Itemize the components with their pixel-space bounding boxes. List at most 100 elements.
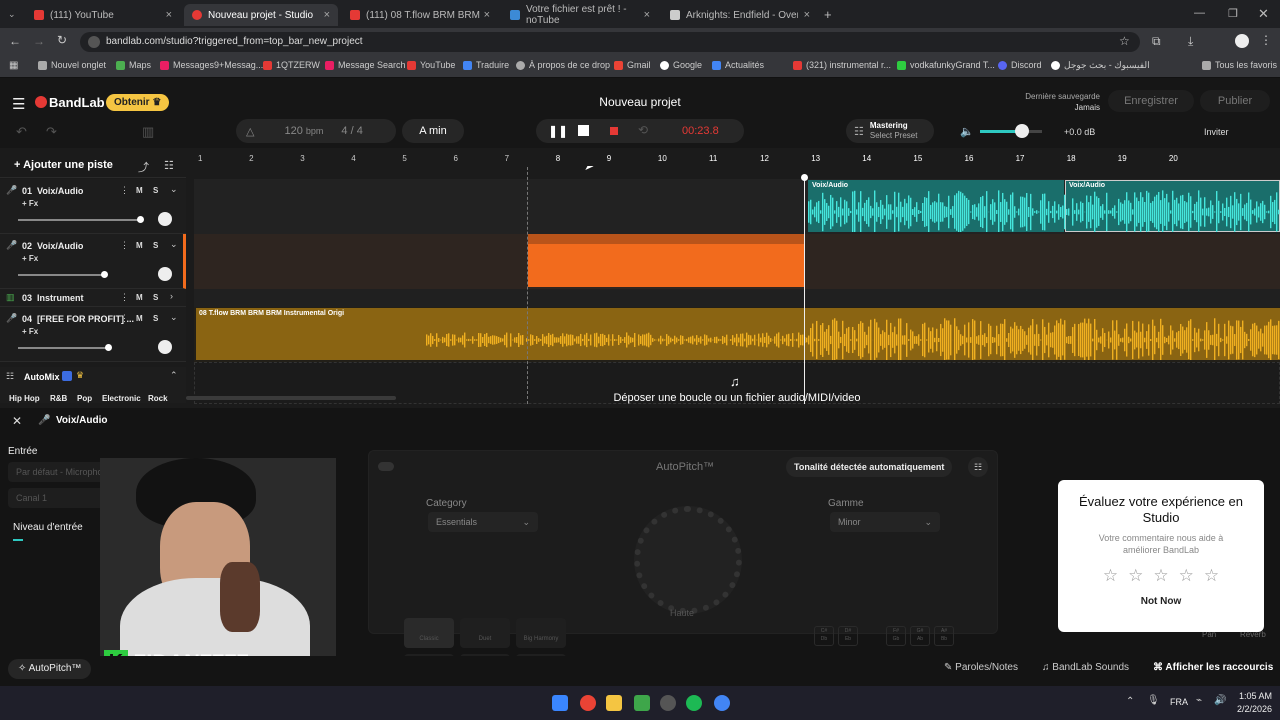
close-icon[interactable]: × [484, 9, 490, 21]
bookmark-star-icon[interactable]: ☆ [1119, 34, 1130, 48]
pitch-knob[interactable] [634, 506, 742, 614]
pan-knob[interactable] [158, 267, 172, 281]
bookmark-item[interactable]: Message Search [325, 60, 406, 70]
key-selector[interactable]: A min [402, 119, 464, 143]
close-icon[interactable]: × [166, 9, 172, 21]
bookmark-item[interactable]: Traduire [463, 60, 509, 70]
tray-chevron-icon[interactable]: ⌃ [1126, 696, 1134, 707]
add-fx-button[interactable]: + Fx [22, 254, 38, 263]
pan-knob[interactable] [158, 340, 172, 354]
star-icon[interactable]: ☆ [1128, 566, 1143, 586]
file-explorer-icon[interactable] [606, 695, 622, 711]
bookmark-item[interactable]: Messages9+Messag... [160, 60, 263, 70]
extensions-icon[interactable]: ⧉ [1152, 34, 1161, 49]
bookmark-item[interactable]: À propos de ce drop [516, 60, 610, 70]
volume-handle[interactable] [105, 344, 112, 351]
sharp-note-key[interactable]: A# Bb [934, 626, 954, 646]
track-menu-icon[interactable]: ⋮ [120, 292, 129, 303]
star-icon[interactable]: ☆ [1103, 566, 1118, 586]
solo-button[interactable]: S [153, 293, 158, 302]
bookmark-item[interactable]: vodkafunkyGrand T... [897, 60, 995, 70]
close-panel-icon[interactable]: ✕ [12, 414, 22, 428]
autopitch-footer-button[interactable]: ✧ AutoPitch™ [8, 659, 92, 679]
not-now-button[interactable]: Not Now [1058, 596, 1264, 607]
sharp-note-key[interactable]: G# Ab [910, 626, 930, 646]
spotify-icon[interactable] [686, 695, 702, 711]
auto-key-button[interactable]: Tonalité détectée automatiquement [786, 457, 953, 477]
bookmark-item[interactable]: الفيسبوك - بحث جوجل [1051, 60, 1150, 71]
recording-clip[interactable] [528, 244, 804, 287]
metronome-icon[interactable]: △ [246, 125, 254, 138]
track-menu-icon[interactable]: ⋮ [120, 240, 129, 251]
sharp-note-key[interactable]: F# Gb [886, 626, 906, 646]
close-icon[interactable]: × [324, 9, 330, 21]
volume-slider[interactable] [18, 347, 108, 349]
genre-tag[interactable]: R&B [47, 393, 70, 404]
volume-slider[interactable] [18, 274, 104, 276]
time-signature[interactable]: 4 / 4 [341, 125, 362, 137]
stop-icon[interactable] [578, 125, 589, 136]
track-menu-icon[interactable]: ⋮ [120, 185, 129, 196]
bookmark-item[interactable]: Nouvel onglet [38, 60, 106, 70]
add-fx-button[interactable]: + Fx [22, 327, 38, 336]
genre-tag[interactable]: Pop [74, 393, 95, 404]
master-volume-handle[interactable] [1015, 124, 1029, 138]
playhead-handle[interactable] [801, 174, 808, 181]
bookmark-item[interactable]: YouTube [407, 60, 455, 70]
solo-button[interactable]: S [153, 241, 158, 250]
mute-button[interactable]: M [136, 241, 143, 250]
autopitch-toggle[interactable] [378, 462, 394, 471]
reload-icon[interactable]: ↻ [57, 33, 67, 47]
chrome-active-icon[interactable] [714, 695, 730, 711]
mute-button[interactable]: M [136, 314, 143, 323]
chevron-right-icon[interactable]: › [170, 291, 173, 301]
genre-tag[interactable]: Rock [145, 393, 171, 404]
preset-tile[interactable]: Classic [404, 618, 454, 648]
bandlab-sounds-button[interactable]: ♫ BandLab Sounds [1042, 662, 1129, 673]
genre-tag[interactable]: Hip Hop [6, 393, 43, 404]
new-tab-icon[interactable]: + [824, 7, 832, 22]
language-indicator[interactable]: FRA [1170, 697, 1188, 707]
bookmark-item[interactable]: Maps [116, 60, 151, 70]
speaker-icon[interactable]: 🔈 [960, 125, 974, 138]
record-icon[interactable] [610, 127, 618, 135]
close-icon[interactable]: × [804, 9, 810, 21]
lyrics-button[interactable]: ✎ Paroles/Notes [944, 662, 1018, 673]
minimize-icon[interactable]: — [1194, 7, 1205, 19]
loop-icon[interactable]: ⟲ [638, 123, 648, 137]
track-row-selected[interactable]: 🎤 02 Voix/Audio ⋮ M S ⌄ + Fx [0, 234, 186, 289]
profile-avatar[interactable] [1235, 34, 1249, 48]
bookmark-item[interactable]: (321) instrumental r... [793, 60, 891, 70]
lane-3[interactable] [194, 289, 1280, 307]
loop-start-marker[interactable] [527, 152, 528, 404]
add-fx-button[interactable]: + Fx [22, 199, 38, 208]
track-row[interactable]: 🎤 01 Voix/Audio ⋮ M S ⌄ + Fx [0, 179, 186, 234]
volume-handle[interactable] [101, 271, 108, 278]
mastering-selector[interactable]: ☷ Mastering Select Preset [846, 119, 934, 143]
undo-icon[interactable]: ↶ [16, 124, 27, 140]
playhead[interactable] [804, 178, 805, 404]
invite-button[interactable]: Inviter [1204, 127, 1229, 137]
genre-tag[interactable]: Electronic [99, 393, 144, 404]
expand-icon[interactable]: ⌄ [170, 312, 178, 323]
pan-knob[interactable] [158, 212, 172, 226]
app-icon[interactable] [634, 695, 650, 711]
save-button[interactable]: Enregistrer [1108, 90, 1194, 112]
solo-button[interactable]: S [153, 186, 158, 195]
preset-tile[interactable]: Big Harmony [516, 618, 566, 648]
network-icon[interactable]: ⌁ [1196, 695, 1202, 706]
back-icon[interactable]: ← [9, 34, 21, 48]
solo-button[interactable]: S [153, 314, 158, 323]
preset-tile[interactable]: Duet [460, 618, 510, 648]
collapse-icon[interactable]: ⌃ [170, 370, 178, 381]
maximize-icon[interactable]: ❐ [1228, 7, 1238, 20]
mute-button[interactable]: M [136, 186, 143, 195]
upgrade-button[interactable]: Obtenir ♛ [106, 94, 170, 111]
track-row[interactable]: ▥ 03 Instrument ⋮ M S › [0, 289, 186, 307]
bookmark-item[interactable]: Discord [998, 60, 1042, 70]
expand-icon[interactable]: ⌄ [170, 239, 178, 250]
url-bar[interactable]: bandlab.com/studio?triggered_from=top_ba… [80, 32, 1140, 52]
track-row[interactable]: 🎤 04 [FREE FOR PROFIT] ... ⋮ M S ⌄ + Fx [0, 307, 186, 362]
bpm-value[interactable]: 120 [284, 125, 302, 137]
mute-button[interactable]: M [136, 293, 143, 302]
